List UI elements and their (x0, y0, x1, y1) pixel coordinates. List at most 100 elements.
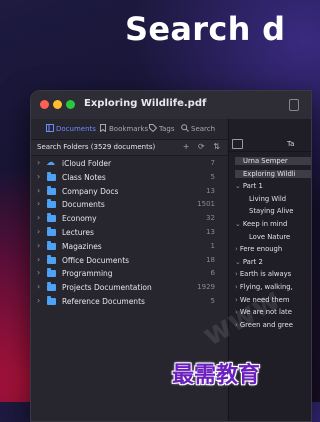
folder-count: 1501 (197, 200, 215, 209)
folder-row[interactable]: › Company Docs 13 (31, 185, 227, 198)
folder-count: 5 (210, 172, 215, 181)
folder-icon (47, 296, 56, 305)
tab-tags-label: Tags (159, 125, 175, 133)
documents-icon (46, 124, 54, 132)
toc-item-label: Earth is always (239, 270, 292, 279)
tab-search[interactable]: Search (181, 124, 215, 133)
toc-item-label: Living Wild (249, 194, 287, 203)
folder-icon (47, 227, 56, 236)
toc-item-label: Exploring Wildli (243, 169, 296, 178)
chevron-right-icon[interactable]: › (37, 296, 40, 305)
chevron-right-icon[interactable]: › (37, 199, 40, 208)
cloud-icon: ☁ (46, 158, 55, 168)
folder-row[interactable]: › Documents 1501 (31, 198, 227, 211)
toc-item[interactable]: Urna Semper (235, 157, 311, 165)
sidebar-tabs: Documents Bookmarks Tags Search (31, 124, 227, 138)
toc-header: Ta (229, 137, 311, 152)
toc-item-label: Staying Alive (249, 207, 294, 216)
folder-count: 1929 (197, 283, 215, 292)
folder-name: Programming (62, 269, 113, 279)
app-window: Exploring Wildlife.pdf Documents Bookmar… (30, 90, 312, 422)
toc-item[interactable]: › Fere enough (235, 245, 282, 253)
tab-bookmarks[interactable]: Bookmarks (99, 124, 148, 133)
chevron-right-icon[interactable]: › (37, 213, 40, 222)
folder-row[interactable]: › Economy 32 (31, 212, 227, 225)
chevron-right-icon[interactable]: › (37, 227, 40, 236)
tab-search-label: Search (191, 125, 216, 133)
folder-row[interactable]: › Reference Documents 5 (31, 295, 227, 308)
minimize-button[interactable] (53, 100, 62, 109)
tab-documents-label: Documents (56, 125, 96, 133)
window-title: Exploring Wildlife.pdf (84, 98, 207, 109)
toc-item-label: Part 2 (242, 257, 263, 266)
tag-icon (149, 124, 157, 132)
toc-item[interactable]: ⌄ Part 2 (235, 258, 263, 266)
chevron-down-icon[interactable]: ⌄ (235, 182, 243, 190)
folder-row[interactable]: › Magazines 1 (31, 240, 227, 253)
tab-documents[interactable]: Documents (46, 124, 96, 133)
toc-item[interactable]: Living Wild (249, 195, 286, 203)
folder-count: 6 (210, 269, 215, 278)
folder-icon (47, 213, 56, 223)
folder-count: 1 (210, 241, 215, 250)
folder-name: Projects Documentation (62, 283, 152, 293)
title-bar: Exploring Wildlife.pdf (31, 91, 311, 119)
chevron-right-icon[interactable]: › (37, 186, 40, 195)
folder-name: iCloud Folder (62, 159, 112, 168)
folder-name: Economy (62, 214, 97, 224)
search-folders-actions[interactable]: + ⟳ ⇅ (183, 142, 223, 151)
search-folders-label: Search Folders (3529 documents) (37, 143, 156, 151)
toc-item[interactable]: ⌄ Part 1 (235, 182, 263, 190)
folder-count: 32 (206, 214, 215, 223)
folder-icon (47, 240, 56, 250)
folder-name: Company Docs (62, 186, 119, 196)
tab-bookmarks-label: Bookmarks (109, 125, 149, 133)
chevron-right-icon[interactable]: › (37, 158, 40, 167)
toc-item[interactable]: ⌄ Keep in mind (235, 220, 287, 228)
folder-row[interactable]: › ☁ iCloud Folder 7 (31, 157, 227, 170)
toc-item[interactable]: Exploring Wildli (235, 169, 311, 178)
chevron-right-icon[interactable]: › (37, 172, 40, 181)
folder-row[interactable]: › Projects Documentation 1929 (31, 281, 227, 294)
folder-row[interactable]: › Class Notes 5 (31, 171, 227, 184)
chevron-down-icon[interactable]: ⌄ (235, 258, 243, 266)
folder-count: 13 (206, 228, 215, 236)
toc-item-label: Fere enough (239, 245, 283, 254)
toc-item-label: Part 1 (242, 182, 263, 191)
folder-count: 7 (210, 159, 215, 167)
folder-count: 5 (210, 297, 215, 305)
chevron-down-icon[interactable]: ⌄ (235, 220, 243, 228)
chevron-right-icon[interactable]: › (37, 255, 40, 264)
tab-tags[interactable]: Tags (149, 124, 175, 133)
folder-row[interactable]: › Programming 6 (31, 267, 227, 280)
folder-name: Lectures (62, 228, 94, 237)
toc-item[interactable]: › Earth is always (235, 270, 291, 278)
folder-icon (47, 185, 56, 195)
toc-item-label: Love Nature (249, 232, 291, 241)
folder-row[interactable]: › Office Documents 18 (31, 254, 227, 267)
toc-title: Ta (287, 140, 295, 148)
search-folders-header: Search Folders (3529 documents) + ⟳ ⇅ (31, 139, 227, 156)
close-button[interactable] (40, 100, 49, 109)
folder-icon (47, 199, 56, 209)
folder-icon (47, 171, 56, 181)
brand-logo: 最需教育 (172, 362, 261, 388)
folder-name: Class Notes (62, 172, 106, 182)
folder-name: Office Documents (62, 255, 130, 265)
search-icon (181, 124, 189, 132)
toc-item-label: Urna Semper (243, 157, 288, 165)
toolbar-icon[interactable] (289, 99, 299, 111)
toc-item-label: Keep in mind (242, 220, 288, 228)
folder-icon (47, 268, 56, 278)
folder-count: 13 (206, 186, 215, 195)
folder-name: Reference Documents (62, 297, 145, 306)
chevron-right-icon[interactable]: › (37, 268, 40, 277)
chevron-right-icon[interactable]: › (37, 282, 40, 291)
chevron-right-icon[interactable]: › (37, 241, 40, 250)
toc-item[interactable]: Staying Alive (249, 207, 293, 215)
sidebar-toggle-icon[interactable] (232, 139, 243, 149)
folder-name: Documents (62, 200, 105, 210)
folder-row[interactable]: › Lectures 13 (31, 226, 227, 239)
zoom-button[interactable] (66, 100, 75, 109)
toc-item[interactable]: Love Nature (249, 233, 290, 241)
